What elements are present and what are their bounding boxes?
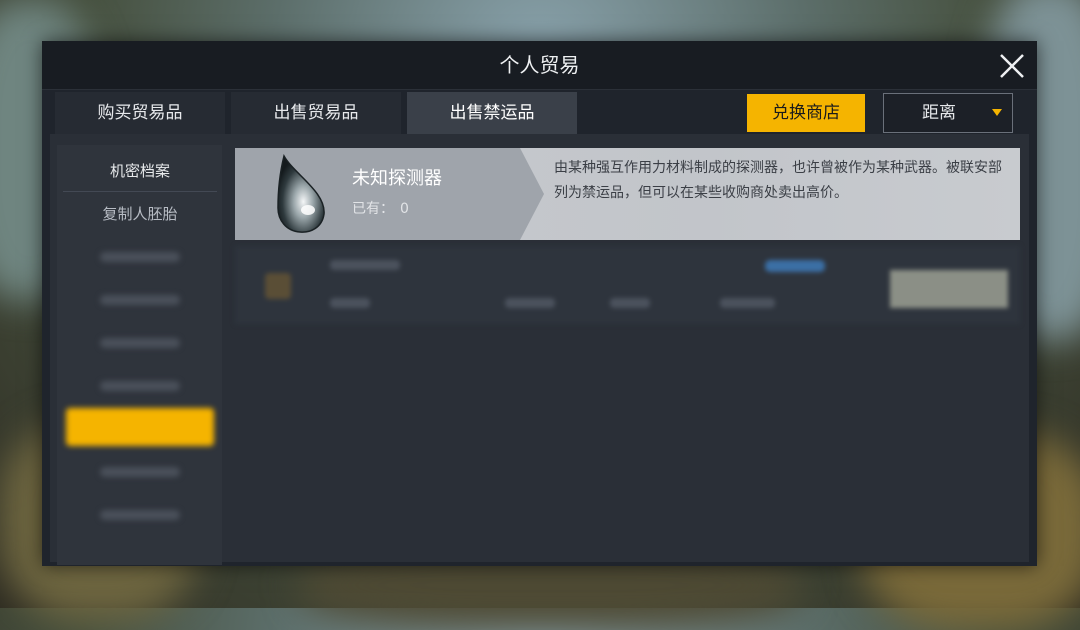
tab-buy-goods[interactable]: 购买贸易品	[55, 92, 225, 134]
item-description: 由某种强互作用力材料制成的探测器，也许曾被作为某种武器。被联安部列为禁运品，但可…	[554, 160, 1002, 201]
listing-text	[610, 298, 650, 308]
trade-panel: 个人贸易 购买贸易品 出售贸易品 出售禁运品 兑换商店 距离 机密档案 复制人胚…	[42, 41, 1037, 566]
listing-text	[330, 298, 370, 308]
sidebar-item-selected[interactable]	[66, 408, 214, 446]
title-bar: 个人贸易	[42, 41, 1037, 90]
item-owned: 已有： 0	[352, 198, 415, 218]
close-button[interactable]	[997, 51, 1027, 81]
listing-text	[720, 298, 775, 308]
tab-sell-goods[interactable]: 出售贸易品	[231, 92, 401, 134]
close-icon	[1000, 54, 1024, 78]
sidebar-item-blurred[interactable]	[60, 366, 220, 406]
sidebar-divider	[63, 191, 217, 192]
sidebar-item-blurred[interactable]	[60, 280, 220, 320]
item-card-arrow	[520, 148, 544, 240]
listing-row[interactable]	[235, 246, 1020, 324]
sidebar-item-blurred[interactable]	[60, 323, 220, 363]
owned-label: 已有：	[352, 201, 394, 217]
chevron-down-icon	[992, 109, 1002, 116]
panel-title: 个人贸易	[499, 53, 580, 77]
listing-text	[505, 298, 555, 308]
silver-droplet-icon	[277, 154, 325, 233]
sort-dropdown-value: 距离	[922, 103, 956, 123]
item-name: 未知探测器	[352, 168, 442, 189]
sidebar-item-secret-files[interactable]: 机密档案	[60, 151, 220, 191]
sidebar-item-replicant-embryo[interactable]: 复制人胚胎	[60, 194, 220, 234]
sidebar-item-blurred[interactable]	[60, 495, 220, 535]
category-sidebar: 机密档案 复制人胚胎	[57, 145, 222, 565]
tab-sell-contraband[interactable]: 出售禁运品	[407, 92, 577, 134]
owned-count: 0	[400, 201, 409, 217]
item-detail-card: 未知探测器 已有： 0 由某种强互作用力材料制成的探测器，也许曾被作为某种武器。被…	[235, 148, 1020, 240]
listing-icon	[265, 273, 291, 299]
sidebar-item-blurred[interactable]	[60, 237, 220, 277]
listing-text	[330, 260, 400, 270]
sidebar-item-blurred[interactable]	[60, 452, 220, 492]
exchange-shop-button[interactable]: 兑换商店	[747, 94, 865, 132]
listing-tag	[765, 260, 825, 272]
listing-sell-button[interactable]	[890, 270, 1008, 308]
sort-dropdown[interactable]: 距离	[883, 93, 1013, 133]
